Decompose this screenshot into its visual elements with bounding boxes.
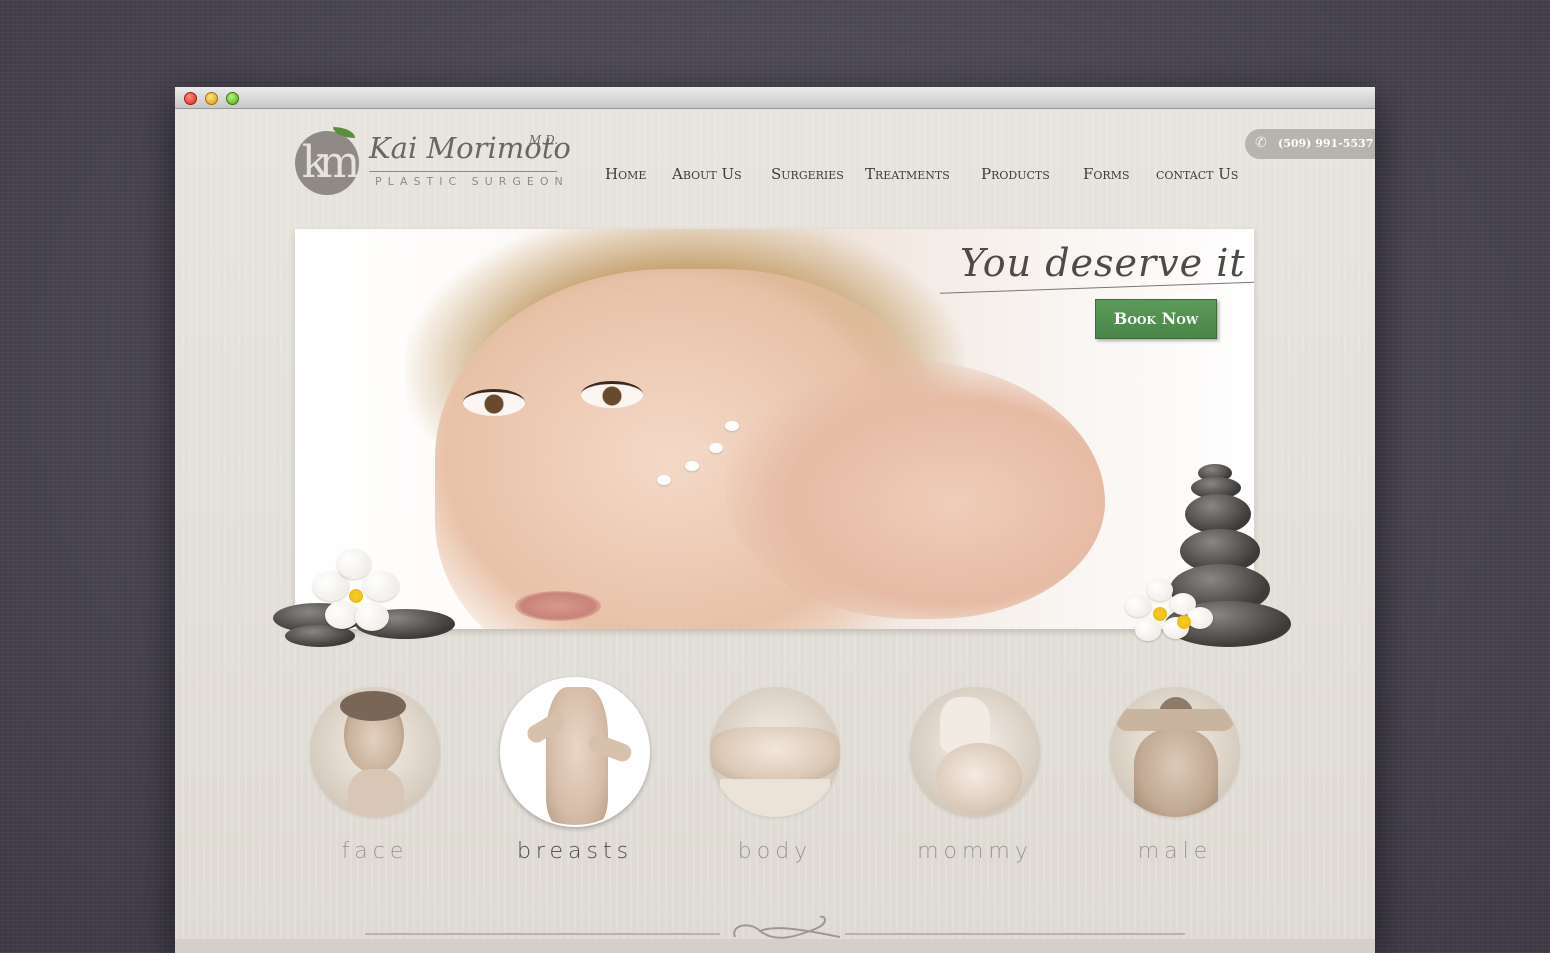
flower-petal: [1147, 579, 1173, 601]
flower-petal: [1125, 595, 1151, 617]
category-male-image: [1110, 687, 1240, 817]
neck-figure: [348, 769, 404, 817]
nav-forms[interactable]: Forms: [1083, 165, 1130, 183]
category-label: mommy: [917, 839, 1033, 864]
phone-number: (509) 991-5537: [1278, 137, 1374, 150]
nav-products[interactable]: Products: [981, 165, 1050, 183]
phone-tab[interactable]: ✆ (509) 991-5537: [1245, 129, 1375, 159]
book-now-button[interactable]: Book Now: [1095, 299, 1217, 339]
hero-eye: [463, 389, 525, 416]
hero-tagline: You deserve it: [960, 241, 1246, 285]
nav-contact-us[interactable]: contact Us: [1156, 165, 1238, 183]
hero-lips: [515, 591, 601, 621]
category-label: male: [1137, 839, 1213, 864]
stone: [1185, 494, 1251, 534]
category-body-image: [710, 687, 840, 817]
arms-figure: [1116, 709, 1234, 731]
torso-figure: [546, 687, 608, 825]
cream-dot: [657, 475, 671, 485]
category-face-image: [310, 687, 440, 817]
zoom-window-button[interactable]: [226, 92, 239, 105]
logo-subtitle: PLASTIC SURGEON: [375, 175, 569, 188]
category-label: face: [341, 839, 409, 864]
category-breasts-image: [500, 677, 650, 827]
garment-figure: [720, 779, 830, 817]
cream-dot: [685, 461, 699, 471]
hero-banner: You deserve it Book Now: [295, 229, 1254, 629]
flower-center: [349, 589, 363, 603]
cream-dot: [725, 421, 739, 431]
cream-dot: [709, 443, 723, 453]
phone-icon: ✆: [1255, 135, 1267, 151]
flower-petal: [325, 601, 359, 629]
logo-degree: M.D.: [529, 133, 559, 147]
flower-center: [1153, 607, 1167, 621]
nav-about-us[interactable]: About Us: [672, 165, 742, 183]
window-titlebar: [175, 87, 1375, 109]
minimize-window-button[interactable]: [205, 92, 218, 105]
category-label: body: [737, 839, 813, 864]
category-label: breasts: [516, 839, 634, 864]
browser-window: km Kai Morimoto M.D. PLASTIC SURGEON ✆ (…: [175, 87, 1375, 953]
hair-figure: [340, 691, 406, 721]
waist-figure: [710, 727, 840, 783]
flower-petal: [355, 603, 389, 631]
logo-divider: [369, 171, 557, 172]
flower-center: [1177, 615, 1191, 629]
hero-hand: [725, 359, 1105, 619]
back-figure: [1134, 729, 1218, 817]
category-mommy-image: [910, 687, 1040, 817]
hero-eye: [581, 381, 643, 408]
flower-petal: [337, 549, 371, 579]
website-page: km Kai Morimoto M.D. PLASTIC SURGEON ✆ (…: [175, 109, 1375, 953]
flourish-icon: [733, 915, 841, 939]
flower-petal: [1187, 607, 1213, 629]
belly-figure: [936, 743, 1022, 813]
flower-petal: [1135, 619, 1161, 641]
site-logo[interactable]: km Kai Morimoto M.D. PLASTIC SURGEON: [293, 127, 571, 199]
nav-treatments[interactable]: Treatments: [865, 165, 950, 183]
nav-surgeries[interactable]: Surgeries: [771, 165, 844, 183]
close-window-button[interactable]: [184, 92, 197, 105]
nav-home[interactable]: Home: [605, 165, 646, 183]
flower-petal: [363, 571, 399, 601]
logo-initials: km: [301, 137, 360, 188]
footer-bar: [175, 939, 1375, 953]
